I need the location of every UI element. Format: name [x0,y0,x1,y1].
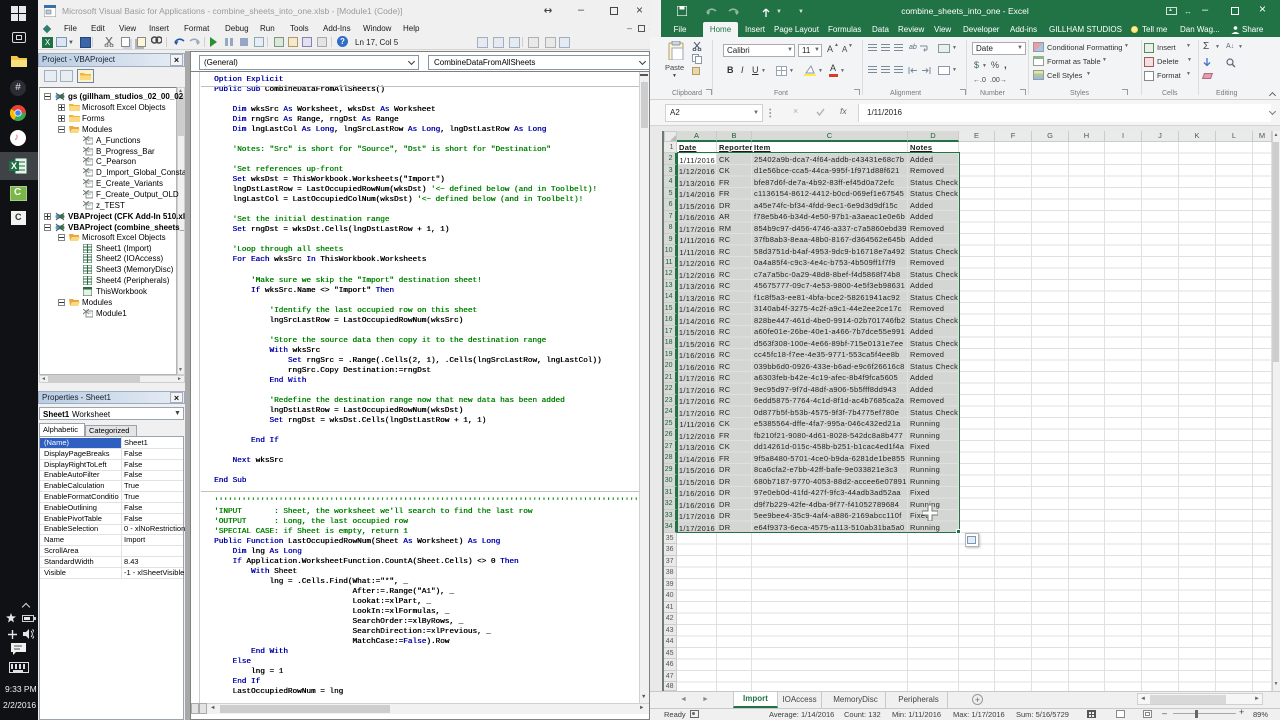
svg-text:X: X [11,161,17,171]
